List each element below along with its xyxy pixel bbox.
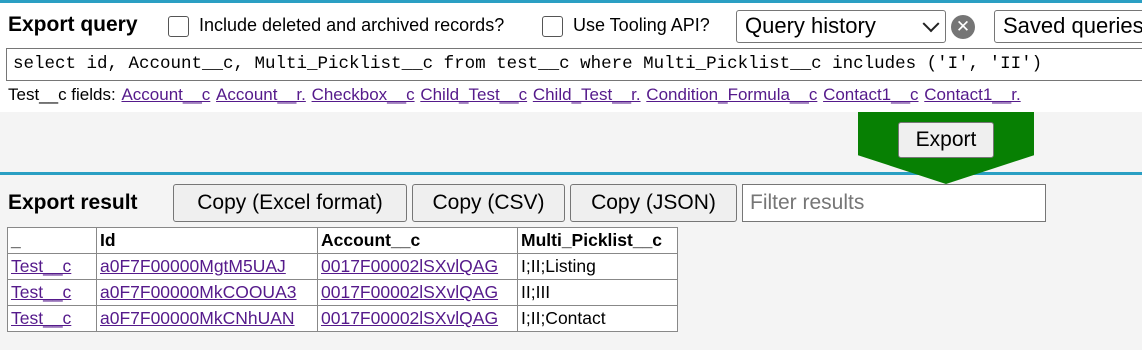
- field-link[interactable]: Child_Test__r.: [533, 85, 641, 104]
- table-cell: Test__c: [7, 253, 97, 280]
- copy-csv-button[interactable]: Copy (CSV): [412, 184, 565, 222]
- field-link[interactable]: Checkbox__c: [312, 85, 415, 104]
- saved-queries-select[interactable]: Saved queries: [994, 10, 1142, 43]
- results-table: _ Id Account__c Multi_Picklist__c Test__…: [7, 227, 678, 332]
- export-query-panel: Export query Include deleted and archive…: [0, 0, 1142, 112]
- clear-history-button[interactable]: ✕: [951, 15, 975, 39]
- chevron-down-icon: [922, 15, 940, 33]
- tooling-api-label[interactable]: Use Tooling API?: [573, 15, 710, 36]
- record-id-link[interactable]: a0F7F00000MkCNhUAN: [100, 308, 295, 328]
- column-header: Account__c: [317, 227, 518, 254]
- field-link[interactable]: Contact1__r.: [924, 85, 1020, 104]
- copy-excel-button[interactable]: Copy (Excel format): [173, 184, 407, 222]
- table-cell: a0F7F00000MkCOOUA3: [96, 279, 318, 306]
- table-row: Test__c a0F7F00000MgtM5UAJ 0017F00002lSX…: [7, 253, 678, 280]
- field-link[interactable]: Account__c: [121, 85, 210, 104]
- saved-queries-value: Saved queries: [1003, 13, 1142, 38]
- filter-results-input[interactable]: Filter results: [742, 184, 1046, 222]
- table-row: Test__c a0F7F00000MkCOOUA3 0017F00002lSX…: [7, 279, 678, 306]
- record-type-link[interactable]: Test__c: [11, 256, 71, 276]
- record-type-link[interactable]: Test__c: [11, 308, 71, 328]
- table-cell: 0017F00002lSXvlQAG: [317, 305, 518, 332]
- export-button[interactable]: Export: [898, 122, 994, 158]
- include-deleted-label[interactable]: Include deleted and archived records?: [199, 15, 504, 36]
- table-cell: 0017F00002lSXvlQAG: [317, 253, 518, 280]
- table-row: Test__c a0F7F00000MkCNhUAN 0017F00002lSX…: [7, 305, 678, 332]
- column-header: _: [7, 227, 97, 254]
- result-panel-title: Export result: [8, 191, 138, 214]
- picklist-value-cell: I;II;Contact: [517, 305, 678, 332]
- fields-label: Test__c fields:: [8, 85, 116, 104]
- include-deleted-checkbox[interactable]: [168, 16, 189, 37]
- field-link[interactable]: Contact1__c: [823, 85, 918, 104]
- record-id-link[interactable]: a0F7F00000MgtM5UAJ: [100, 256, 286, 276]
- x-circle-icon: ✕: [955, 17, 971, 36]
- field-suggestions: Test__c fields: Account__c Account__r. C…: [8, 85, 1021, 105]
- column-header: Id: [96, 227, 318, 254]
- query-history-select[interactable]: Query history: [736, 10, 946, 43]
- table-cell: Test__c: [7, 305, 97, 332]
- table-cell: Test__c: [7, 279, 97, 306]
- account-id-link[interactable]: 0017F00002lSXvlQAG: [321, 282, 498, 302]
- tooling-api-checkbox[interactable]: [542, 16, 563, 37]
- record-id-link[interactable]: a0F7F00000MkCOOUA3: [100, 282, 296, 302]
- copy-json-button[interactable]: Copy (JSON): [570, 184, 737, 222]
- table-cell: a0F7F00000MkCNhUAN: [96, 305, 318, 332]
- picklist-value-cell: I;II;Listing: [517, 253, 678, 280]
- field-link[interactable]: Child_Test__c: [420, 85, 527, 104]
- table-cell: 0017F00002lSXvlQAG: [317, 279, 518, 306]
- query-input[interactable]: select id, Account__c, Multi_Picklist__c…: [6, 48, 1142, 81]
- table-cell: a0F7F00000MgtM5UAJ: [96, 253, 318, 280]
- field-link[interactable]: Account__r.: [216, 85, 306, 104]
- export-result-panel: Export result Copy (Excel format) Copy (…: [0, 172, 1142, 350]
- field-link[interactable]: Condition_Formula__c: [646, 85, 817, 104]
- picklist-value-cell: II;III: [517, 279, 678, 306]
- record-type-link[interactable]: Test__c: [11, 282, 71, 302]
- column-header: Multi_Picklist__c: [517, 227, 678, 254]
- query-panel-title: Export query: [8, 13, 138, 36]
- account-id-link[interactable]: 0017F00002lSXvlQAG: [321, 308, 498, 328]
- query-history-value: Query history: [745, 13, 876, 38]
- account-id-link[interactable]: 0017F00002lSXvlQAG: [321, 256, 498, 276]
- table-header-row: _ Id Account__c Multi_Picklist__c: [7, 227, 678, 254]
